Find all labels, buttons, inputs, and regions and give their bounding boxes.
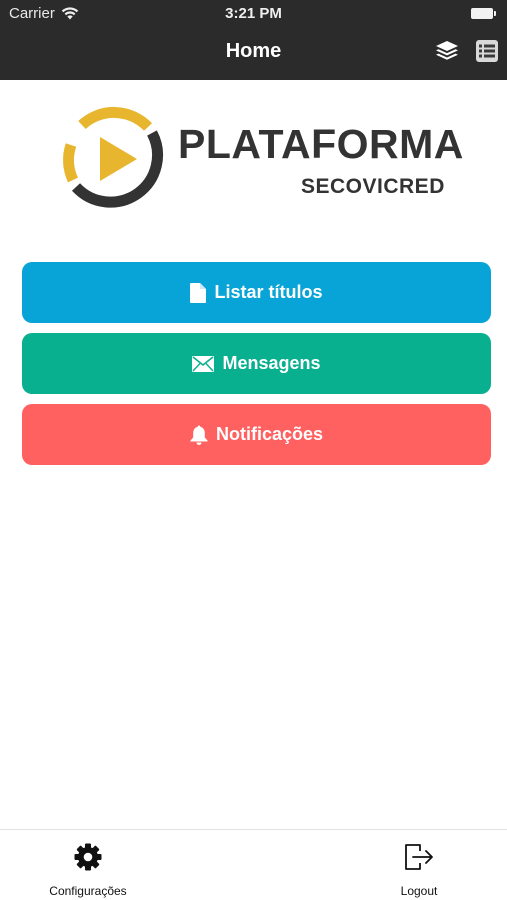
tab-logout[interactable]: Logout: [369, 842, 469, 898]
tab-logout-label: Logout: [400, 884, 438, 898]
list-titles-button[interactable]: Listar títulos: [22, 262, 491, 323]
layers-button[interactable]: [434, 40, 460, 66]
layers-icon: [435, 40, 459, 67]
tab-bar: Configurações Logout: [0, 829, 507, 900]
status-bar: Carrier 3:21 PM: [0, 0, 507, 28]
messages-label: Mensagens: [222, 353, 321, 373]
list-titles-label: Listar títulos: [214, 282, 323, 302]
tab-settings[interactable]: Configurações: [38, 842, 138, 898]
gear-icon: [73, 842, 103, 877]
list-button[interactable]: [474, 39, 500, 68]
document-icon: [190, 282, 207, 303]
messages-button[interactable]: Mensagens: [22, 333, 491, 394]
logo-subtitle: SECOVICRED: [301, 175, 445, 198]
bell-icon: [190, 425, 208, 445]
notifications-button[interactable]: Notificações: [22, 404, 491, 465]
header: Carrier 3:21 PM Home: [0, 0, 507, 80]
logout-icon: [403, 842, 435, 877]
app-logo: PLATAFORMA SECOVICRED: [60, 105, 463, 215]
home-screen: Carrier 3:21 PM Home PLATAFORMA SECOVICR…: [0, 0, 507, 900]
tab-settings-label: Configurações: [49, 884, 127, 898]
navigation-bar: Home: [0, 28, 507, 78]
notifications-label: Notificações: [215, 424, 324, 444]
logo-title: PLATAFORMA: [178, 121, 464, 167]
list-icon: [475, 39, 499, 68]
battery-icon: [471, 8, 496, 19]
page-title: Home: [225, 40, 282, 62]
status-time: 3:21 PM: [225, 5, 282, 22]
envelope-icon: [192, 355, 215, 372]
